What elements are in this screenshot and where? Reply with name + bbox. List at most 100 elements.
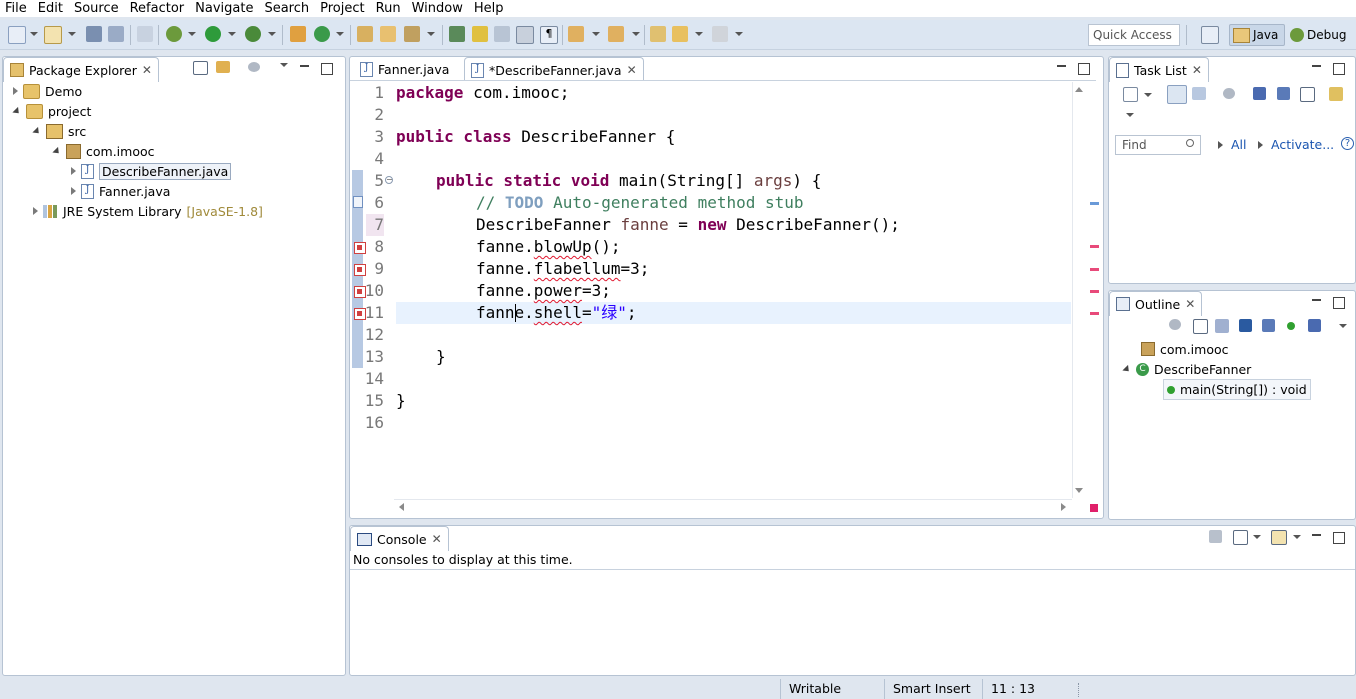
search-caret[interactable] [427,32,435,36]
menu-window[interactable]: Window [407,0,469,17]
expand-icon[interactable] [13,87,18,95]
tree-item-demo[interactable]: Demo [13,81,82,101]
menu-refactor[interactable]: Refactor [125,0,191,17]
tree-item-src[interactable]: src [32,121,86,141]
close-icon[interactable]: ✕ [1185,297,1195,311]
menu-navigate[interactable]: Navigate [190,0,259,17]
maximize-icon[interactable] [1078,63,1090,75]
minimize-icon[interactable] [1312,534,1321,536]
scheduled-icon[interactable] [1192,87,1206,100]
save-icon[interactable] [86,26,102,42]
collapse-icon[interactable] [32,126,42,136]
tree-item-fanner-java[interactable]: J Fanner.java [71,181,170,201]
help-icon[interactable]: ? [1341,137,1354,150]
new-wizard-icon[interactable] [44,26,62,44]
quick-access-input[interactable]: Quick Access [1088,24,1180,46]
activate-link[interactable]: Activate... [1271,137,1334,152]
highlight-icon[interactable] [472,26,488,42]
back-caret[interactable] [695,32,703,36]
save-all-icon[interactable] [108,26,124,42]
maximize-icon[interactable] [1333,63,1345,75]
minimize-icon[interactable] [1057,65,1066,67]
fold-toggle-icon[interactable]: − [385,176,393,184]
overview-error-marker[interactable] [1090,312,1099,315]
coverage-icon[interactable] [245,26,261,42]
next-annotation-icon[interactable] [568,26,584,42]
error-marker-icon[interactable] [354,286,366,298]
collapse-all-icon[interactable] [1193,319,1208,334]
open-folder-icon[interactable] [380,26,396,42]
open-console-caret[interactable] [1293,535,1301,539]
show-whitespace-icon[interactable] [516,26,534,44]
menu-project[interactable]: Project [315,0,370,17]
run-caret[interactable] [228,32,236,36]
open-type-icon[interactable] [357,26,373,42]
paragraph-icon[interactable]: ¶ [540,26,558,44]
new-class-caret[interactable] [336,32,344,36]
maximize-icon[interactable] [321,63,333,75]
task-marker-icon[interactable] [353,196,363,208]
horizontal-scrollbar[interactable] [394,499,1072,515]
collapse-all-icon[interactable] [193,61,208,75]
tab-describefanner-java[interactable]: J *DescribeFanner.java ✕ [464,57,644,82]
debug-icon[interactable] [166,26,182,42]
hide-static-icon[interactable] [1262,319,1275,332]
close-icon[interactable]: ✕ [142,63,152,77]
scroll-left-arrow-icon[interactable] [399,503,404,511]
new-icon[interactable] [8,26,26,44]
show-ui-legend-icon[interactable] [1329,87,1343,101]
coverage-caret[interactable] [268,32,276,36]
hide-non-public-icon[interactable] [1287,322,1295,330]
scroll-right-arrow-icon[interactable] [1061,503,1066,511]
collapse-icon[interactable] [12,106,22,116]
hide-completed-icon[interactable] [1253,87,1266,100]
display-console-caret[interactable] [1253,535,1261,539]
collapse-icon[interactable] [52,146,62,156]
new-task-icon[interactable] [1123,87,1138,102]
link-with-editor-icon[interactable] [216,61,230,73]
outline-item-class[interactable]: C DescribeFanner [1122,359,1251,379]
overview-error-summary-icon[interactable] [1090,504,1098,512]
search-tool-icon[interactable] [404,26,420,42]
new-dropdown-caret[interactable] [30,32,38,36]
run-icon[interactable] [205,26,221,42]
tree-item-com-imooc[interactable]: com.imooc [52,141,155,161]
expand-icon[interactable] [71,187,76,195]
expand-icon[interactable] [33,207,38,215]
all-link[interactable]: All [1231,137,1247,152]
menu-search[interactable]: Search [259,0,315,17]
sync-icon[interactable] [1277,87,1290,100]
maximize-icon[interactable] [1333,532,1345,544]
open-console-icon[interactable] [1271,530,1287,545]
collapse-all-icon[interactable] [1300,87,1315,102]
tab-outline[interactable]: Outline ✕ [1109,291,1203,316]
tab-fanner-java[interactable]: J Fanner.java [354,57,455,81]
forward-caret[interactable] [735,32,743,36]
back-icon[interactable] [672,26,688,42]
new-wizard-caret[interactable] [68,32,76,36]
forward-icon[interactable] [712,26,728,42]
skip-breakpoints-icon[interactable] [137,26,153,42]
outline-item-method[interactable]: main(String[]) : void [1163,379,1311,400]
open-perspective-icon[interactable] [1201,26,1219,44]
view-menu-caret[interactable] [1126,113,1134,117]
menu-run[interactable]: Run [371,0,407,17]
menu-source[interactable]: Source [69,0,125,17]
vertical-scrollbar[interactable] [1072,82,1088,498]
minimize-icon[interactable] [1312,299,1321,301]
tree-item-jre-library[interactable]: JRE System Library [JavaSE-1.8] [33,201,263,221]
scroll-down-arrow-icon[interactable] [1075,488,1083,493]
tab-task-list[interactable]: Task List ✕ [1109,57,1209,82]
outline-item-package[interactable]: com.imooc [1141,339,1229,359]
toggle-mark-occurrences-icon[interactable] [449,26,465,42]
display-console-icon[interactable] [1233,530,1248,545]
overview-error-marker[interactable] [1090,245,1099,248]
scroll-up-arrow-icon[interactable] [1075,87,1083,92]
debug-caret[interactable] [188,32,196,36]
new-task-caret[interactable] [1144,93,1152,97]
close-icon[interactable]: ✕ [1192,63,1202,77]
menu-file[interactable]: File [0,0,33,17]
overview-error-marker[interactable] [1090,268,1099,271]
view-menu-caret[interactable] [280,63,288,67]
menu-help[interactable]: Help [469,0,510,17]
